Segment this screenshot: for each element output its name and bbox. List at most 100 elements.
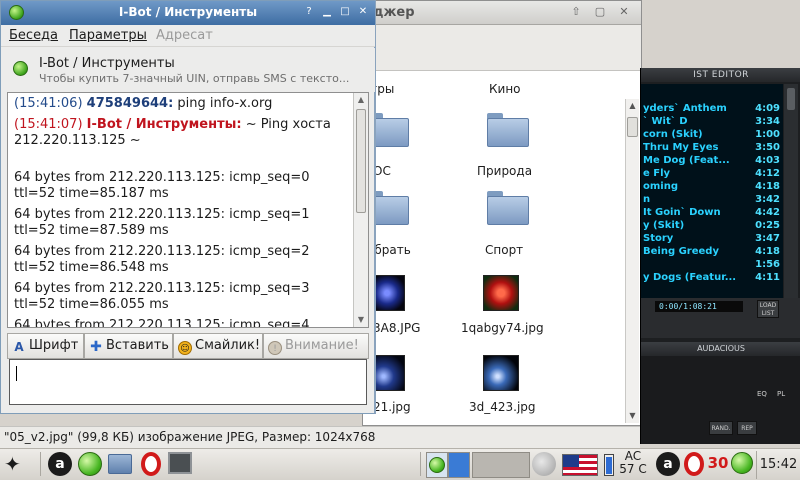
playlist-item[interactable]: oming 4:18 <box>641 181 783 194</box>
workspace-3[interactable] <box>472 452 530 478</box>
scroll-up-icon[interactable]: ▲ <box>626 99 639 113</box>
message: (15:41:06) 475849644: ping info-x.org <box>14 96 352 112</box>
menu-conversation[interactable]: Беседа <box>9 28 58 43</box>
playlist-item[interactable]: It Goin` Down 4:42 <box>641 207 783 220</box>
playlist-item[interactable]: corn (Skit) 1:00 <box>641 129 783 142</box>
tray-app-icon[interactable] <box>532 452 556 476</box>
playlist[interactable]: yders` Anthem 4:09 ` Wit` D 3:34 corn (Ski… <box>641 84 783 298</box>
help-button[interactable]: ? <box>303 6 315 18</box>
message-text: ping info-x.org <box>177 96 273 111</box>
load-list-button[interactable]: LOAD LIST <box>757 300 779 318</box>
contact-status-message: Чтобы купить 7-значный UIN, отправь SMS … <box>39 72 350 85</box>
scroll-thumb[interactable] <box>627 117 638 137</box>
playlist-item[interactable]: e Fly 4:12 <box>641 168 783 181</box>
font-icon: A <box>14 340 24 354</box>
chat-titlebar[interactable]: I-Bot / Инструменты ? ▁ □ ✕ <box>1 1 375 25</box>
terminal-launcher-icon[interactable] <box>168 452 192 474</box>
folder-label: Кино <box>489 82 521 96</box>
eq-toggle[interactable]: EQ <box>757 390 767 398</box>
attention-button[interactable]: ! Внимание! <box>263 333 369 359</box>
image-label[interactable]: 21.jpg <box>373 400 411 414</box>
aimp-tray-icon[interactable]: a <box>656 452 680 476</box>
playlist-editor-title[interactable]: IST EDITOR <box>641 68 800 82</box>
maximize-button[interactable]: □ <box>339 6 351 18</box>
message-line: 64 bytes from 212.220.113.125: icmp_seq=… <box>14 281 310 312</box>
folder-icon[interactable] <box>487 113 529 147</box>
player-main-title[interactable]: AUDACIOUS <box>641 342 800 356</box>
keyboard-layout-flag-icon[interactable] <box>562 454 598 476</box>
start-menu-icon[interactable]: ✦ <box>4 451 34 477</box>
opera-launcher-icon[interactable] <box>141 452 161 476</box>
message-input[interactable] <box>9 359 367 405</box>
cpu-temperature: 57 C <box>619 462 647 476</box>
contact-header: I-Bot / Инструменты Чтобы купить 7-значн… <box>1 48 375 92</box>
workspace-2[interactable] <box>448 452 470 478</box>
workspace-pager[interactable] <box>426 452 530 478</box>
power-status: AC 57 C <box>618 450 648 476</box>
clock[interactable]: 15:42 <box>756 451 800 479</box>
message: (15:41:07) I-Bot / Инструменты: ~ Ping х… <box>14 117 352 149</box>
scroll-thumb[interactable] <box>787 88 795 110</box>
playlist-time-display: 0:00/1:08:21 <box>655 301 743 312</box>
image-thumbnail[interactable] <box>483 355 519 391</box>
message-line: 64 bytes from 212.220.113.125: icmp_seq=… <box>14 170 310 201</box>
minimize-button[interactable]: ▁ <box>321 6 333 18</box>
playlist-item[interactable]: Being Greedy 4:18 <box>641 246 783 259</box>
playlist-item[interactable]: y Dogs (Featur... 4:11 <box>641 272 783 285</box>
message-timestamp: (15:41:06) <box>14 96 83 111</box>
close-button[interactable]: ✕ <box>617 5 631 19</box>
message-line: 64 bytes from 212.220.113.125: icmp_seq=… <box>14 244 310 275</box>
workspace-1[interactable] <box>426 452 448 478</box>
battery-icon[interactable] <box>604 454 614 476</box>
scroll-up-icon[interactable]: ▲ <box>354 93 368 107</box>
playlist-item[interactable]: yders` Anthem 4:09 <box>641 103 783 116</box>
message-history[interactable]: (15:41:06) 475849644: ping info-x.org (1… <box>7 92 369 328</box>
minimize-button[interactable]: ⇧ <box>569 5 583 19</box>
image-label[interactable]: 3d_423.jpg <box>469 400 536 414</box>
menu-addressee[interactable]: Адресат <box>156 28 213 43</box>
folder-label[interactable]: Природа <box>477 164 532 178</box>
image-label[interactable]: 1qabgy74.jpg <box>461 321 544 335</box>
playlist-scrollbar[interactable] <box>784 84 798 298</box>
playlist-item[interactable]: Thru My Eyes 3:50 <box>641 142 783 155</box>
rand-button[interactable]: RAND. <box>709 421 733 435</box>
opera-tray-icon[interactable] <box>684 452 704 476</box>
qip-tray-icon[interactable] <box>731 452 753 474</box>
close-button[interactable]: ✕ <box>357 6 369 18</box>
taskbar-separator <box>420 452 421 476</box>
image-label[interactable]: 3A8.JPG <box>373 321 420 335</box>
eq-pl-toggles[interactable]: EQ PL <box>749 388 793 400</box>
playlist-item[interactable]: Me Dog (Feat... 4:03 <box>641 155 783 168</box>
plus-icon: ✚ <box>90 339 102 355</box>
pl-toggle[interactable]: PL <box>777 390 785 398</box>
qip-window-icon <box>429 457 445 473</box>
audacious-player: IST EDITOR yders` Anthem 4:09 ` Wit` D 3:3… <box>640 68 800 444</box>
playlist-item[interactable]: ` Wit` D 3:34 <box>641 116 783 129</box>
aimp-launcher-icon[interactable]: a <box>48 452 72 476</box>
file-manager-titlebar[interactable]: джер ⇧ ▢ ✕ <box>363 1 641 25</box>
scroll-down-icon[interactable]: ▼ <box>354 313 368 327</box>
playlist-item[interactable]: y (Skit) 0:25 <box>641 220 783 233</box>
folder-icon[interactable] <box>487 191 529 225</box>
rep-button[interactable]: REP <box>737 421 757 435</box>
file-manager-launcher-icon[interactable] <box>108 454 132 474</box>
font-button[interactable]: A Шрифт <box>7 333 84 359</box>
smiley-button[interactable]: ☺ Смайлик! <box>173 333 263 359</box>
qip-launcher-icon[interactable] <box>78 452 102 476</box>
scroll-down-icon[interactable]: ▼ <box>626 409 639 423</box>
history-scrollbar[interactable]: ▲ ▼ <box>353 93 368 327</box>
insert-button[interactable]: ✚ Вставить <box>84 333 173 359</box>
file-view-scrollbar[interactable]: ▲ ▼ <box>625 99 639 423</box>
menu-parameters[interactable]: Параметры <box>69 28 147 43</box>
chat-window-title: I-Bot / Инструменты <box>118 5 258 19</box>
image-thumbnail[interactable] <box>483 275 519 311</box>
folder-label[interactable]: Спорт <box>485 243 523 257</box>
file-icon-view[interactable]: гры Кино ОС Природа обрать Спорт 3A8.JPG… <box>363 73 621 425</box>
playlist-item[interactable]: Story 3:47 <box>641 233 783 246</box>
playlist-item[interactable]: n 3:42 <box>641 194 783 207</box>
scroll-thumb[interactable] <box>356 109 366 213</box>
playlist-item[interactable]: 1:56 <box>641 259 783 272</box>
message-sender: 475849644: <box>86 96 174 111</box>
maximize-button[interactable]: ▢ <box>593 5 607 19</box>
tray-counter[interactable]: 30 <box>707 452 729 474</box>
